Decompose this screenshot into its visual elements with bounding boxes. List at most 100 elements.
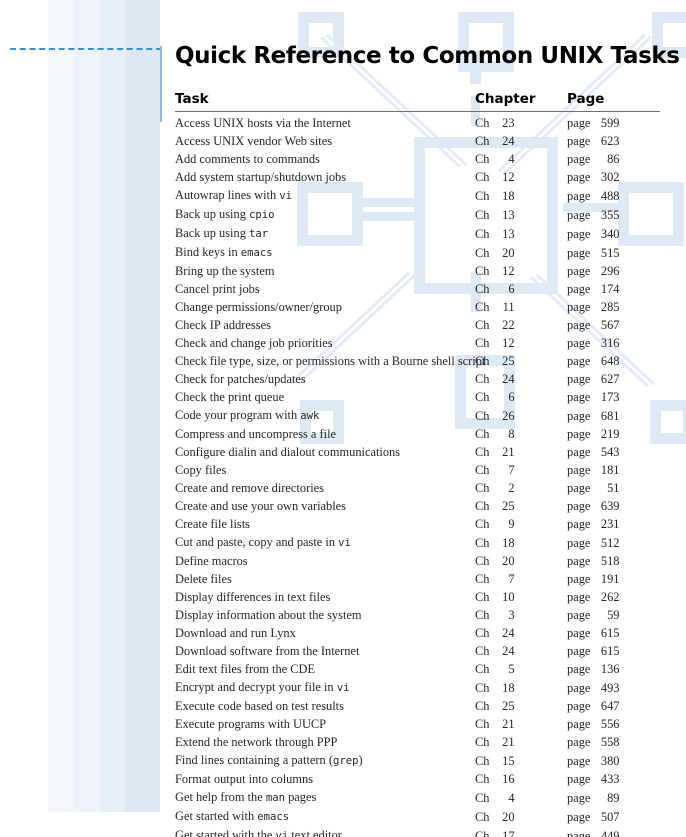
cell-chapter: Ch 22 <box>475 318 515 332</box>
inline-command: grep <box>332 755 359 767</box>
page-number: 219 <box>600 427 620 441</box>
page-number: 51 <box>607 481 620 495</box>
cell-task: Create and remove directories <box>175 481 324 495</box>
cell-page: page 296 <box>567 264 620 278</box>
page-number: 623 <box>600 134 620 148</box>
cell-page: page 512 <box>567 535 620 550</box>
cell-chapter: Ch 24 <box>475 626 515 640</box>
page-number: 558 <box>600 735 620 749</box>
table-row: Get started with emacs Ch 20 page 507 <box>175 807 660 826</box>
table-row: Check and change job priorities Ch 12 page… <box>175 334 660 352</box>
cell-task: Encrypt and decrypt your file in vi <box>175 680 350 694</box>
table-row: Delete files Ch 7 page 191 <box>175 570 660 588</box>
cell-page: page 380 <box>567 753 620 768</box>
table-row: Back up using tar Ch 13 page 340 <box>175 224 660 243</box>
cell-chapter: Ch 5 <box>475 662 515 676</box>
cell-page: page 219 <box>567 427 620 441</box>
cell-page: page 262 <box>567 590 620 604</box>
chapter-number: 12 <box>502 336 515 350</box>
cell-chapter: Ch 12 <box>475 336 515 350</box>
chapter-number: 24 <box>502 626 515 640</box>
quick-reference-table: Task Chapter Page Access UNIX hosts via … <box>175 91 660 837</box>
table-row: Define macros Ch 20 page 518 <box>175 552 660 570</box>
page-number: 647 <box>600 699 620 713</box>
table-row: Access UNIX hosts via the Internet Ch 23 p… <box>175 112 660 133</box>
chapter-number: 10 <box>502 590 515 604</box>
inline-command: cpio <box>249 209 275 221</box>
cell-chapter: Ch 8 <box>475 427 515 441</box>
chapter-number: 26 <box>502 408 515 423</box>
page-number: 507 <box>600 809 620 824</box>
cell-task: Check for patches/updates <box>175 372 306 386</box>
chapter-number: 23 <box>502 116 515 130</box>
cell-page: page 181 <box>567 463 620 477</box>
cell-page: page 449 <box>567 826 660 837</box>
cell-chapter: Ch 4 <box>475 152 515 166</box>
cell-page: page 493 <box>567 680 620 695</box>
cell-task: Execute programs with UUCP <box>175 717 327 731</box>
cell-page: page 558 <box>567 735 620 749</box>
table-row: Display differences in text files Ch 10 pa… <box>175 588 660 606</box>
cell-task: Compress and uncompress a file <box>175 427 337 441</box>
cell-task: Add system startup/shutdown jobs <box>175 170 347 184</box>
page-number: 59 <box>607 608 620 622</box>
cell-chapter: Ch 24 <box>475 372 515 386</box>
cell-chapter: Ch 7 <box>475 572 515 586</box>
cell-page: page 173 <box>567 390 620 404</box>
cell-chapter: Ch 20 <box>475 245 515 260</box>
page-number: 285 <box>600 300 620 314</box>
page-number: 302 <box>600 170 620 184</box>
cell-task: Back up using tar <box>175 226 269 240</box>
page-number: 615 <box>600 644 620 658</box>
page-number: 181 <box>600 463 620 477</box>
cell-chapter: Ch 25 <box>475 699 515 713</box>
page-number: 493 <box>600 680 620 695</box>
cell-task: Code your program with awk <box>175 408 320 422</box>
page-number: 639 <box>600 499 620 513</box>
chapter-number: 25 <box>502 499 515 513</box>
page-number: 556 <box>600 717 620 731</box>
cell-page: page 316 <box>567 336 620 350</box>
page-number: 518 <box>600 554 620 568</box>
margin-band-4 <box>126 0 160 812</box>
chapter-number: 25 <box>502 354 515 368</box>
cell-chapter: Ch 21 <box>475 445 515 459</box>
cell-task: Add comments to commands <box>175 152 320 166</box>
cell-page: page 681 <box>567 408 620 423</box>
table-row: Extend the network through PPP Ch 21 page … <box>175 733 660 751</box>
table-header-row: Task Chapter Page <box>175 91 660 112</box>
cell-page: page 647 <box>567 699 620 713</box>
page-number: 681 <box>600 408 620 423</box>
cell-chapter: Ch 24 <box>475 134 515 148</box>
page-number: 231 <box>600 517 620 531</box>
inline-command: vi <box>279 190 293 202</box>
chapter-number: 16 <box>502 772 515 786</box>
cell-chapter: Ch 18 <box>475 188 515 203</box>
cell-task: Get started with emacs <box>175 809 290 823</box>
cell-chapter: Ch 26 <box>475 408 515 423</box>
cell-task: Create and use your own variables <box>175 499 347 513</box>
page-number: 262 <box>600 590 620 604</box>
cell-task: Extend the network through PPP <box>175 735 338 749</box>
page-number: 89 <box>607 790 620 805</box>
chapter-number: 8 <box>508 427 515 441</box>
table-row: Edit text files from the CDE Ch 5 page 136 <box>175 660 660 678</box>
table-row: Get started with the vi text editor Ch 17… <box>175 826 660 837</box>
cell-task: Check and change job priorities <box>175 336 333 350</box>
cell-task: Cancel print jobs <box>175 282 260 296</box>
table-row: Check file type, size, or permissions wi… <box>175 352 660 370</box>
chapter-number: 4 <box>508 790 515 805</box>
cell-task: Download software from the Internet <box>175 644 360 658</box>
cell-page: page 639 <box>567 499 620 513</box>
cell-task: Change permissions/owner/group <box>175 300 342 314</box>
cell-task: Delete files <box>175 572 232 586</box>
cell-chapter: Ch 9 <box>475 517 515 531</box>
page-number: 615 <box>600 626 620 640</box>
table-row: Back up using cpio Ch 13 page 355 <box>175 205 660 224</box>
inline-command: man <box>265 792 285 804</box>
cell-page: page 623 <box>567 134 620 148</box>
cell-page: page 615 <box>567 644 620 658</box>
cell-page: page 615 <box>567 626 620 640</box>
cell-task: Format output into columns <box>175 772 314 786</box>
cell-chapter: Ch 13 <box>475 207 515 222</box>
